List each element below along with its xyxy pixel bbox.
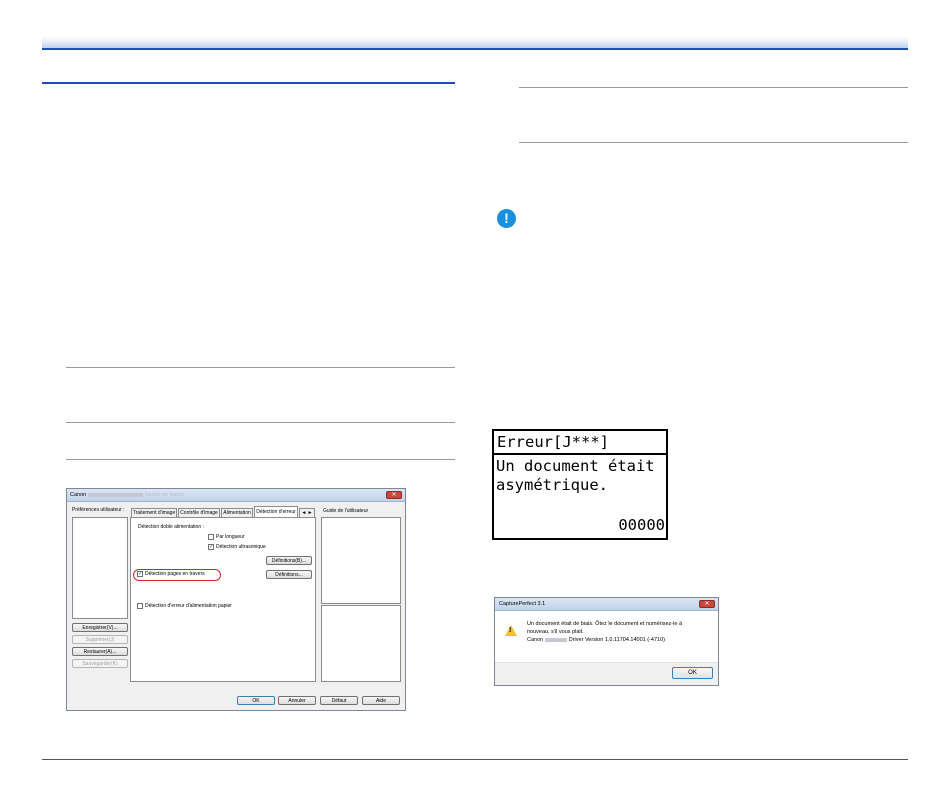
- dialog-title: Canon Series on Name: [70, 492, 184, 498]
- important-icon: !: [497, 209, 516, 228]
- rule-left-3: [66, 459, 455, 460]
- ultrasonic-checkbox[interactable]: ✓: [208, 544, 214, 550]
- definitions-b-button[interactable]: Définitions(B)...: [266, 556, 312, 565]
- lcd-message-line1: Un document était: [496, 457, 655, 475]
- user-guide-label: Guide de l'utilisateur: [323, 508, 369, 514]
- lcd-error-title: Erreur[J***]: [497, 433, 609, 451]
- feed-error-label: Détection d'erreur d'alimentation papier: [145, 603, 232, 609]
- preferences-list[interactable]: [72, 517, 128, 619]
- delete-button[interactable]: Supprimer(J): [72, 635, 128, 644]
- ok-button[interactable]: OK: [237, 696, 275, 705]
- save-button[interactable]: Enregistrer(V)...: [72, 623, 128, 632]
- tab-panel: [130, 517, 316, 682]
- message-line3: Canon Driver Version 1.0.11704.14001 (-4…: [527, 637, 665, 643]
- redacted-model: [545, 637, 568, 642]
- footer-rule: [42, 759, 908, 760]
- rule-left-1: [66, 367, 455, 368]
- lcd-separator: [494, 453, 666, 455]
- close-icon[interactable]: ✕: [386, 491, 402, 499]
- ultrasonic-label: Détection ultrasonique: [216, 544, 266, 550]
- message-box-titlebar: CapturePerfect 3.1 ✕: [495, 598, 718, 611]
- driver-settings-dialog: Canon Series on Name ✕ Préférences utili…: [66, 488, 406, 711]
- double-feed-section-label: Détection doble alimentation :: [138, 524, 204, 530]
- dialog-title-suffix: Series on Name: [144, 492, 185, 498]
- lcd-display: Erreur[J***] Un document était asymétriq…: [492, 429, 668, 540]
- dialog-titlebar: Canon Series on Name ✕: [67, 489, 405, 502]
- rule-right-2: [519, 142, 908, 143]
- length-checkbox[interactable]: [208, 534, 214, 540]
- length-label: Par longueur: [216, 534, 245, 540]
- ok-button[interactable]: OK: [672, 667, 713, 679]
- message-line1: Un document était de biais. Ôtez le docu…: [527, 621, 682, 627]
- message-box-title: CapturePerfect 3.1: [499, 601, 546, 607]
- redacted-model: [88, 492, 144, 497]
- message-line3-suffix: Driver Version 1.0.11704.14001 (-4710): [568, 637, 665, 643]
- feed-error-checkbox[interactable]: [137, 603, 143, 609]
- header-rule: [42, 48, 908, 50]
- warning-icon-mark: !: [509, 627, 512, 634]
- default-button[interactable]: Défaut: [320, 696, 358, 705]
- dialog-title-prefix: Canon: [70, 492, 87, 498]
- backup-button[interactable]: Sauvegarder(K): [72, 659, 128, 668]
- lcd-code: 00000: [618, 516, 665, 534]
- preview-panel: [321, 605, 401, 682]
- message-line3-prefix: Canon: [527, 637, 544, 643]
- preferences-label: Préférences utilisateur :: [72, 507, 125, 513]
- section-rule-left: [42, 82, 455, 84]
- skew-detection-label: Détection pages en travers: [145, 571, 205, 577]
- user-guide-panel: [321, 517, 401, 604]
- rule-right-1: [519, 87, 908, 88]
- message-line2: nouveau, s'il vous plait.: [527, 629, 584, 635]
- rule-left-2: [66, 422, 455, 423]
- skew-detection-checkbox[interactable]: ✓: [137, 571, 143, 577]
- close-icon[interactable]: ✕: [699, 600, 715, 608]
- definitions-button[interactable]: Définitions...: [266, 570, 312, 579]
- captureperfect-message-box: CapturePerfect 3.1 ✕ ! Un document était…: [494, 597, 719, 686]
- cancel-button[interactable]: Annuler: [278, 696, 316, 705]
- restore-button[interactable]: Restaurer(A)...: [72, 647, 128, 656]
- lcd-message-line2: asymétrique.: [496, 476, 608, 494]
- help-button[interactable]: Aide: [362, 696, 400, 705]
